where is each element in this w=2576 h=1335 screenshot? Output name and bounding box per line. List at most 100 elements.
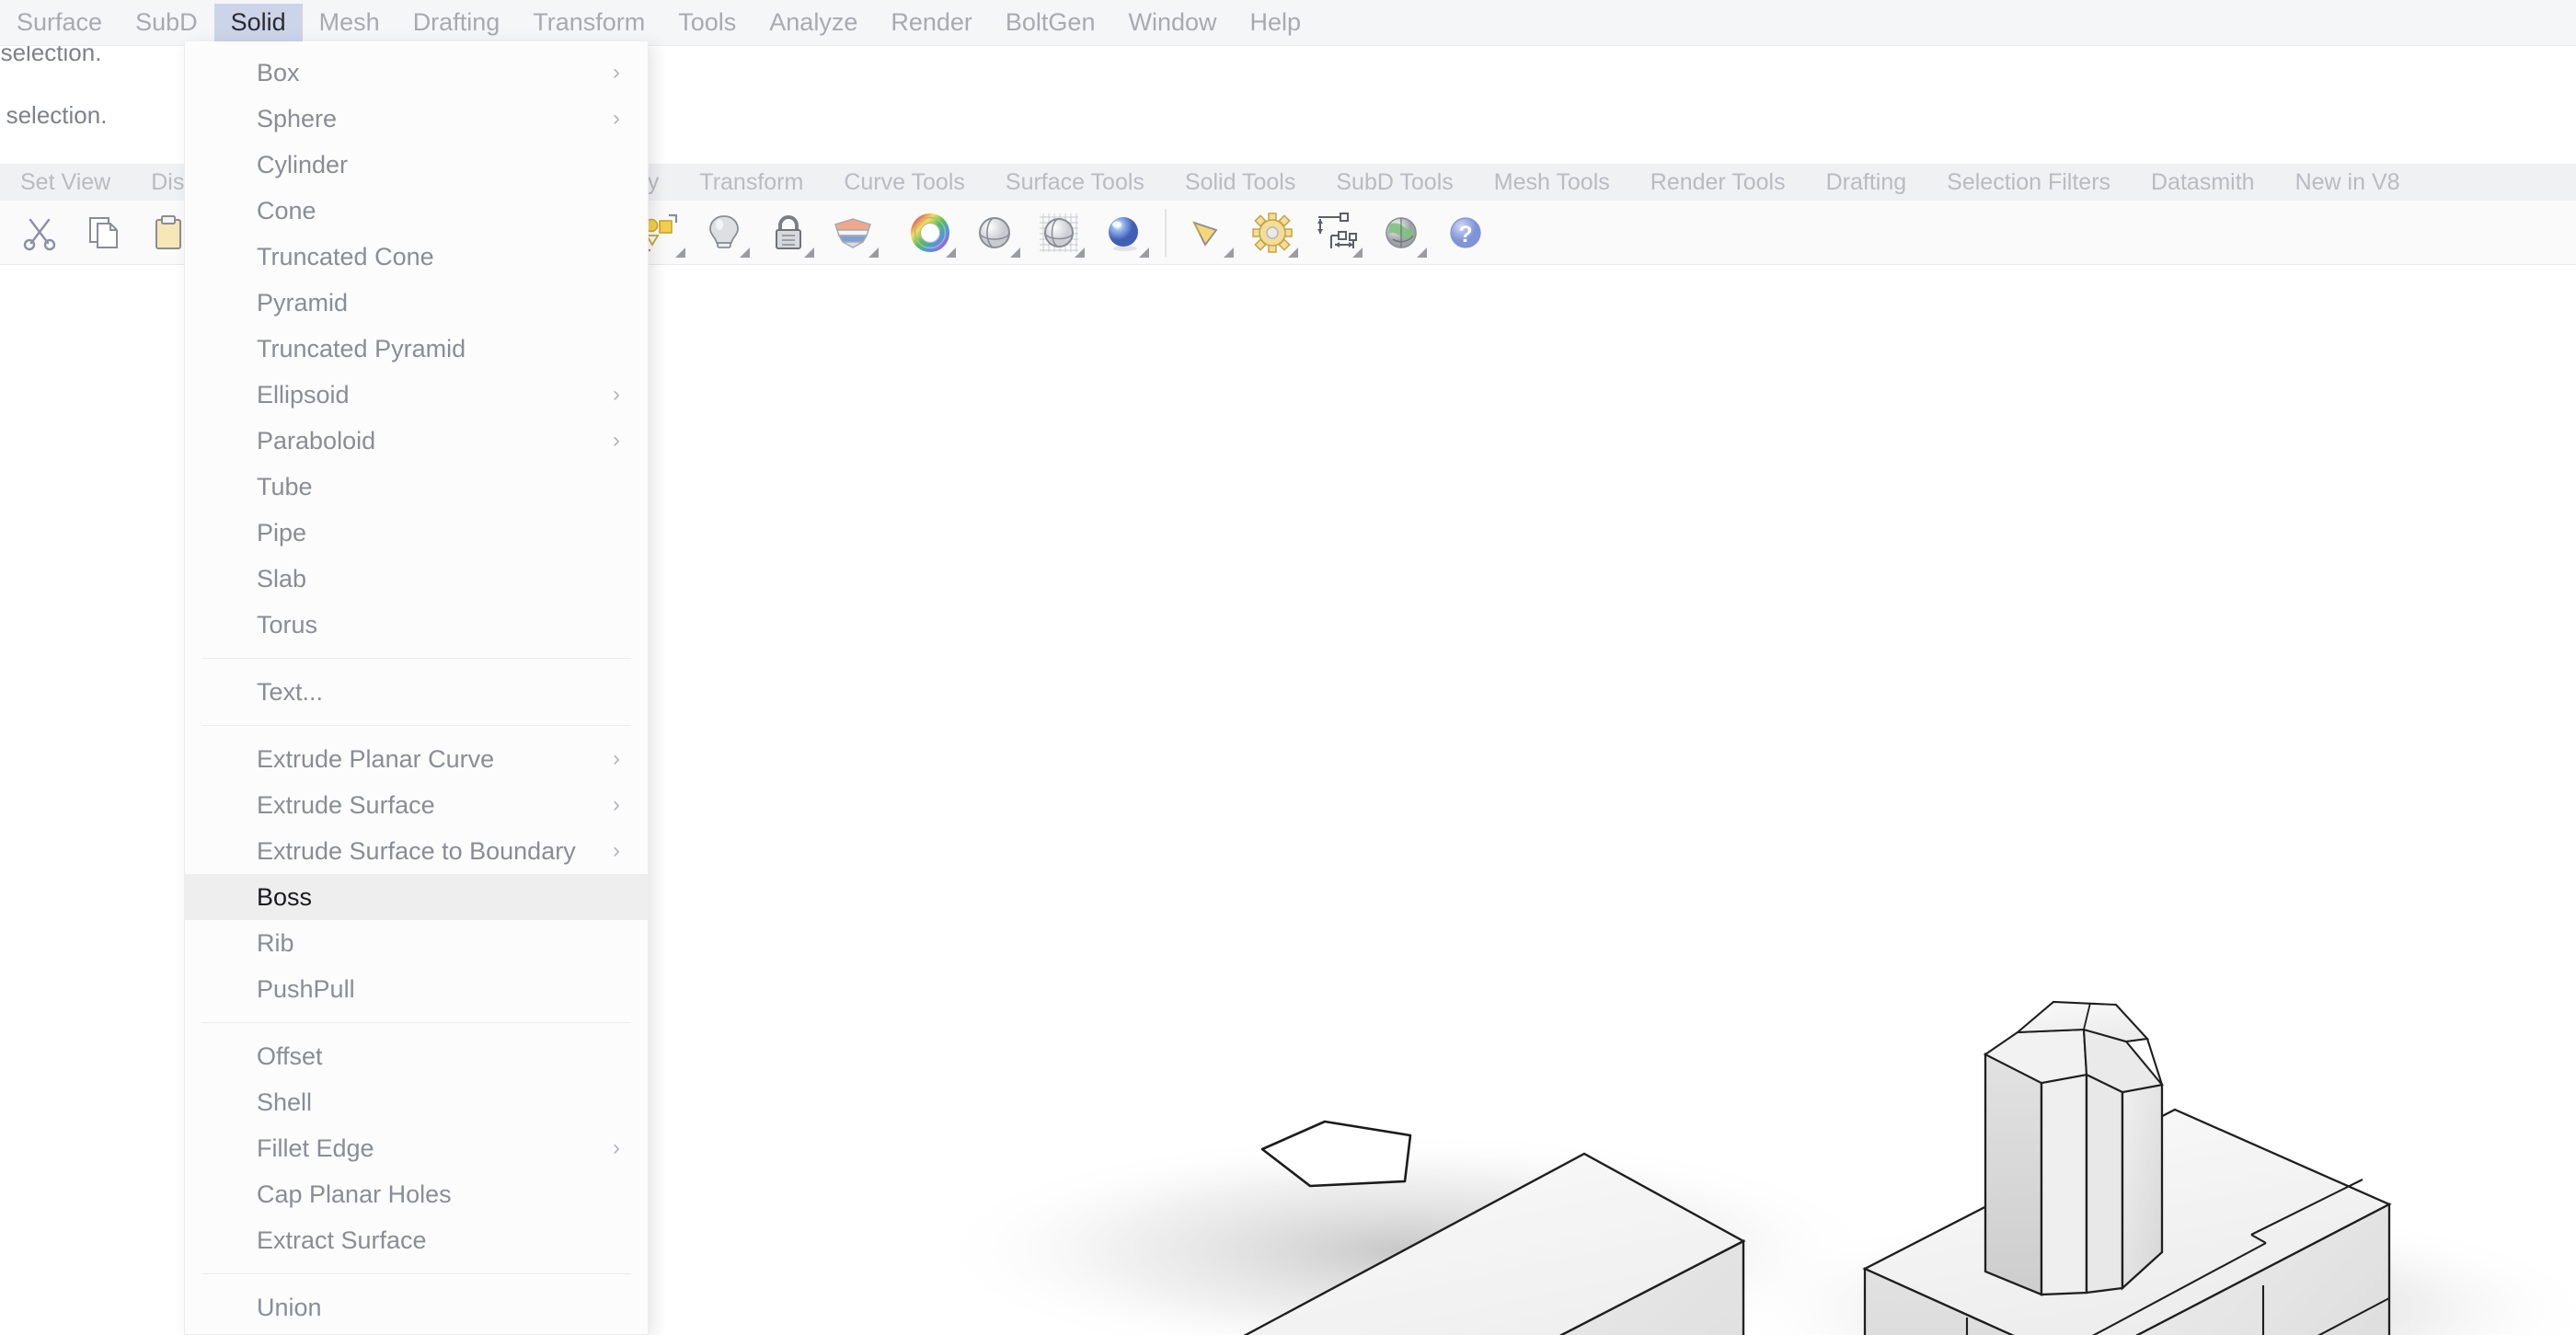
menu-separator [201,1022,631,1023]
menubar-item-drafting[interactable]: Drafting [397,4,517,41]
menu-item-cone[interactable]: Cone [185,188,648,234]
dimensions-button[interactable] [1310,206,1363,259]
rendered-viewport-button[interactable] [1097,206,1150,259]
menu-item-label: Extrude Surface [257,790,435,819]
chevron-right-icon: › [613,428,620,453]
menu-item-label: Extrude Surface to Boundary [257,836,576,865]
wireframe-viewport-button[interactable] [1032,206,1086,259]
lock-object-button[interactable] [762,206,815,259]
menu-item-tube[interactable]: Tube [185,464,648,510]
menu-item-label: Cylinder [257,150,349,178]
materials-button[interactable] [826,206,880,259]
menu-item-label: Text... [257,677,324,706]
right-solid-box-with-boss[interactable] [1720,1000,2576,1335]
command-history-line: d to selection. [0,101,108,129]
menubar-item-help[interactable]: Help [1234,4,1318,41]
menu-item-label: Extract Surface [257,1226,427,1254]
menu-item-label: Truncated Cone [257,242,434,270]
menu-item-difference[interactable]: Difference [185,1330,648,1334]
menu-item-pushpull[interactable]: PushPull [185,966,648,1012]
menu-item-cap-planar-holes[interactable]: Cap Planar Holes [185,1171,648,1217]
menu-item-pyramid[interactable]: Pyramid [185,280,648,326]
boss-extrusion[interactable] [1983,1000,2164,1296]
tab-set-view[interactable]: Set View [0,170,131,194]
tab-mesh-tools[interactable]: Mesh Tools [1474,170,1630,194]
menu-item-cylinder[interactable]: Cylinder [185,142,648,188]
menu-item-label: Torus [257,610,318,639]
flyout-corner-icon [1075,247,1085,258]
lights-button[interactable] [697,206,751,259]
flyout-corner-icon [868,247,879,258]
menu-item-box[interactable]: Box › [185,50,648,96]
menu-item-pipe[interactable]: Pipe [185,510,648,556]
menu-item-truncated-cone[interactable]: Truncated Cone [185,234,648,280]
menu-item-extract-surface[interactable]: Extract Surface [185,1217,648,1263]
menubar-item-surface[interactable]: Surface [0,4,119,41]
menu-item-label: Rib [257,928,294,957]
tab-selection-filters[interactable]: Selection Filters [1926,170,2131,194]
flyout-corner-icon [1417,247,1427,258]
menu-item-truncated-pyramid[interactable]: Truncated Pyramid [185,326,648,372]
menu-item-text[interactable]: Text... [185,669,648,715]
menu-item-label: Box [257,58,300,86]
copy-button[interactable] [77,206,131,259]
cut-button[interactable] [13,206,66,259]
toolbar-separator [1165,208,1167,257]
menu-item-union[interactable]: Union [185,1284,648,1330]
menu-item-label: Truncated Pyramid [257,334,466,363]
menu-item-label: Boss [257,882,313,911]
menubar-item-analyze[interactable]: Analyze [753,4,874,41]
options-button[interactable] [1246,206,1299,259]
tab-surface-tools[interactable]: Surface Tools [985,170,1165,194]
menubar-item-mesh[interactable]: Mesh [303,4,397,41]
tab-render-tools[interactable]: Render Tools [1630,170,1806,194]
menubar-item-window[interactable]: Window [1111,4,1233,41]
solid-dropdown-menu[interactable]: Box › Sphere › Cylinder Cone Truncated C… [184,41,649,1335]
tab-datasmith[interactable]: Datasmith [2131,170,2275,194]
tab-drafting[interactable]: Drafting [1806,170,1927,194]
menu-item-slab[interactable]: Slab [185,556,648,602]
svg-text:?: ? [1458,222,1472,247]
menu-item-label: Pipe [257,518,307,547]
menu-item-offset[interactable]: Offset [185,1033,648,1079]
menubar-item-transform[interactable]: Transform [516,4,661,41]
menubar-item-solid[interactable]: Solid [213,4,303,41]
menu-item-sphere[interactable]: Sphere › [185,96,648,142]
menu-item-rib[interactable]: Rib [185,920,648,966]
color-button[interactable] [903,206,957,259]
menu-item-extrude-surface[interactable]: Extrude Surface › [185,782,648,828]
menubar-item-boltgen[interactable]: BoltGen [989,4,1112,41]
menu-item-torus[interactable]: Torus [185,602,648,648]
help-button[interactable]: ? [1439,206,1492,259]
menu-item-fillet-edge[interactable]: Fillet Edge › [185,1125,648,1171]
earth-anchor-button[interactable] [1374,206,1428,259]
menu-item-extrude-planar-curve[interactable]: Extrude Planar Curve › [185,736,648,782]
menubar-item-render[interactable]: Render [874,4,989,41]
menu-item-label: Shell [257,1088,313,1116]
tab-transform[interactable]: Transform [679,170,823,194]
shaded-viewport-button[interactable] [968,206,1021,259]
menubar-item-tools[interactable]: Tools [661,4,753,41]
menu-item-extrude-surface-to-boundary[interactable]: Extrude Surface to Boundary › [185,828,648,874]
menu-item-ellipsoid[interactable]: Ellipsoid › [185,372,648,418]
menubar-item-subd[interactable]: SubD [119,4,214,41]
chevron-right-icon: › [613,1135,620,1160]
flyout-corner-icon [1139,247,1149,258]
tab-solid-tools[interactable]: Solid Tools [1165,170,1316,194]
tab-subd-tools[interactable]: SubD Tools [1316,170,1473,194]
menu-item-paraboloid[interactable]: Paraboloid › [185,418,648,464]
copy-icon [89,216,118,248]
menu-item-label: Sphere [257,104,338,132]
menu-item-shell[interactable]: Shell [185,1079,648,1125]
menu-item-label: Extrude Planar Curve [257,744,495,773]
menu-item-label: Paraboloid [257,426,376,455]
menu-item-label: Tube [257,472,313,501]
tab-new-in-v8[interactable]: New in V8 [2275,170,2421,194]
menu-item-label: Slab [257,564,307,593]
flyout-corner-icon [1010,247,1020,258]
flyout-corner-icon [675,247,685,258]
chevron-right-icon: › [613,792,620,817]
menu-item-boss[interactable]: Boss [185,874,648,920]
tab-curve-tools[interactable]: Curve Tools [823,170,985,194]
camera-button[interactable] [1181,206,1235,259]
